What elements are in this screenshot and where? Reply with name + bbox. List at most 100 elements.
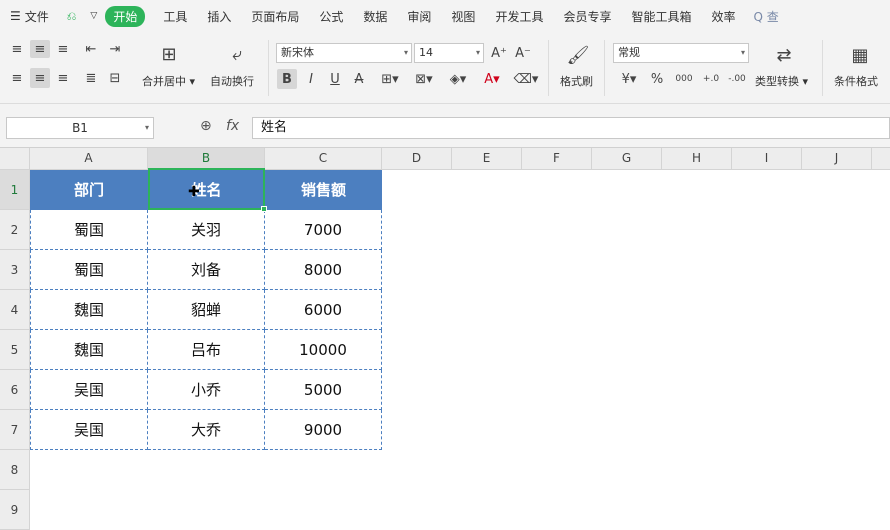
tab-developer[interactable]: 开发工具 — [485, 8, 553, 25]
table-cell[interactable]: 9000 — [265, 410, 382, 450]
row-header-5[interactable]: 5 — [0, 330, 30, 370]
table-cell[interactable]: 5000 — [265, 370, 382, 410]
row-header-4[interactable]: 4 — [0, 290, 30, 330]
conditional-format-icon[interactable]: ▦ — [846, 42, 874, 68]
font-shrink-icon[interactable]: A⁻ — [514, 43, 532, 63]
tab-tools[interactable]: 工具 — [153, 8, 197, 25]
fill-color-icon[interactable]: ◈▾ — [444, 69, 472, 89]
fill-handle[interactable] — [261, 206, 267, 212]
tab-formulas[interactable]: 公式 — [309, 8, 353, 25]
tab-insert[interactable]: 插入 — [197, 8, 241, 25]
row-header-1[interactable]: 1 — [0, 170, 30, 210]
table-header-sales[interactable]: 销售额 — [265, 170, 382, 210]
eraser-icon[interactable]: ⌫▾ — [512, 69, 540, 89]
align-right-icon[interactable]: ≡ — [54, 68, 72, 88]
align-top-icon[interactable]: ≡ — [8, 40, 26, 58]
italic-button[interactable]: I — [302, 69, 320, 89]
row-header-6[interactable]: 6 — [0, 370, 30, 410]
search-box[interactable]: Q 查 — [754, 8, 779, 25]
table-cell[interactable]: 蜀国 — [30, 210, 148, 250]
font-size-select[interactable]: 14 ▾ — [414, 43, 484, 63]
format-painter-icon[interactable]: 🖌 — [566, 42, 590, 68]
tab-smart-toolbox[interactable]: 智能工具箱 — [621, 8, 701, 25]
border-icon[interactable]: ⊞▾ — [376, 69, 404, 89]
conditional-format-button[interactable]: 条件格式 — [834, 73, 878, 89]
type-convert-button[interactable]: 类型转换 ▾ — [755, 73, 808, 89]
bold-button[interactable]: B — [277, 69, 297, 89]
column-header-a[interactable]: A — [30, 148, 148, 170]
distribute-icon[interactable]: ⊟ — [106, 68, 124, 88]
column-header-partial[interactable] — [872, 148, 890, 170]
tab-view[interactable]: 视图 — [441, 8, 485, 25]
table-cell[interactable]: 貂蝉 — [148, 290, 265, 330]
column-header-i[interactable]: I — [732, 148, 802, 170]
indent-decrease-icon[interactable]: ⇤ — [82, 40, 100, 58]
column-header-d[interactable]: D — [382, 148, 452, 170]
merge-center-button[interactable]: 合并居中 ▾ — [142, 73, 195, 89]
select-all-corner[interactable] — [0, 148, 30, 170]
table-cell[interactable]: 吴国 — [30, 410, 148, 450]
table-cell[interactable]: 吴国 — [30, 370, 148, 410]
column-header-f[interactable]: F — [522, 148, 592, 170]
indent-increase-icon[interactable]: ⇥ — [106, 40, 124, 58]
thousands-button[interactable]: 000 — [672, 69, 696, 89]
tab-home[interactable]: 开始 — [105, 5, 146, 27]
table-cell[interactable]: 吕布 — [148, 330, 265, 370]
chevron-down-icon[interactable]: ▽ — [86, 11, 101, 21]
table-header-department[interactable]: 部门 — [30, 170, 148, 210]
tab-efficiency[interactable]: 效率 — [701, 8, 745, 25]
strikethrough-icon[interactable]: A — [350, 69, 368, 89]
column-header-g[interactable]: G — [592, 148, 662, 170]
number-format-select[interactable]: 常规 ▾ — [613, 43, 749, 63]
font-color-icon[interactable]: A▾ — [478, 69, 506, 89]
formula-input[interactable]: 姓名 — [252, 117, 890, 139]
file-menu[interactable]: ☰ 文件 — [0, 8, 57, 25]
table-cell[interactable]: 蜀国 — [30, 250, 148, 290]
font-grow-icon[interactable]: A⁺ — [490, 43, 508, 63]
fill-pattern-icon[interactable]: ⊠▾ — [410, 69, 438, 89]
column-header-b[interactable]: B — [148, 148, 265, 170]
row-header-9[interactable]: 9 — [0, 490, 30, 530]
table-cell[interactable]: 魏国 — [30, 290, 148, 330]
table-cell[interactable]: 6000 — [265, 290, 382, 330]
wrap-text-button[interactable]: 自动换行 — [210, 73, 254, 89]
tab-member[interactable]: 会员专享 — [553, 8, 621, 25]
column-header-c[interactable]: C — [265, 148, 382, 170]
quick-access-icon[interactable]: ⎌ — [57, 9, 87, 24]
align-center-icon[interactable]: ≡ — [30, 68, 50, 88]
table-cell[interactable]: 小乔 — [148, 370, 265, 410]
percent-button[interactable]: % — [648, 69, 666, 89]
table-cell[interactable]: 10000 — [265, 330, 382, 370]
underline-button[interactable]: U — [326, 69, 344, 89]
type-convert-icon[interactable]: ⇄ — [770, 42, 798, 68]
tab-review[interactable]: 审阅 — [397, 8, 441, 25]
align-middle-icon[interactable]: ≡ — [30, 40, 50, 58]
row-header-7[interactable]: 7 — [0, 410, 30, 450]
column-header-e[interactable]: E — [452, 148, 522, 170]
format-painter-button[interactable]: 格式刷 — [560, 73, 593, 89]
row-header-2[interactable]: 2 — [0, 210, 30, 250]
justify-icon[interactable]: ≣ — [82, 68, 100, 88]
row-header-8[interactable]: 8 — [0, 450, 30, 490]
increase-decimal-button[interactable]: +.0 — [700, 69, 722, 89]
tab-data[interactable]: 数据 — [353, 8, 397, 25]
merge-center-icon[interactable]: ⊞ — [154, 42, 184, 66]
zoom-search-icon[interactable]: ⊕ — [200, 118, 212, 134]
tab-page-layout[interactable]: 页面布局 — [241, 8, 309, 25]
table-cell[interactable]: 关羽 — [148, 210, 265, 250]
name-box[interactable]: B1 ▾ — [6, 117, 154, 139]
currency-button[interactable]: ¥ ▾ — [616, 69, 642, 89]
table-cell[interactable]: 7000 — [265, 210, 382, 250]
active-cell-selection[interactable] — [148, 168, 265, 210]
table-cell[interactable]: 刘备 — [148, 250, 265, 290]
row-header-3[interactable]: 3 — [0, 250, 30, 290]
align-bottom-icon[interactable]: ≡ — [54, 40, 72, 58]
column-header-h[interactable]: H — [662, 148, 732, 170]
align-left-icon[interactable]: ≡ — [8, 68, 26, 88]
table-cell[interactable]: 魏国 — [30, 330, 148, 370]
decrease-decimal-button[interactable]: -.00 — [726, 69, 748, 89]
column-header-j[interactable]: J — [802, 148, 872, 170]
fx-icon[interactable]: fx — [226, 118, 239, 134]
table-cell[interactable]: 8000 — [265, 250, 382, 290]
table-cell[interactable]: 大乔 — [148, 410, 265, 450]
